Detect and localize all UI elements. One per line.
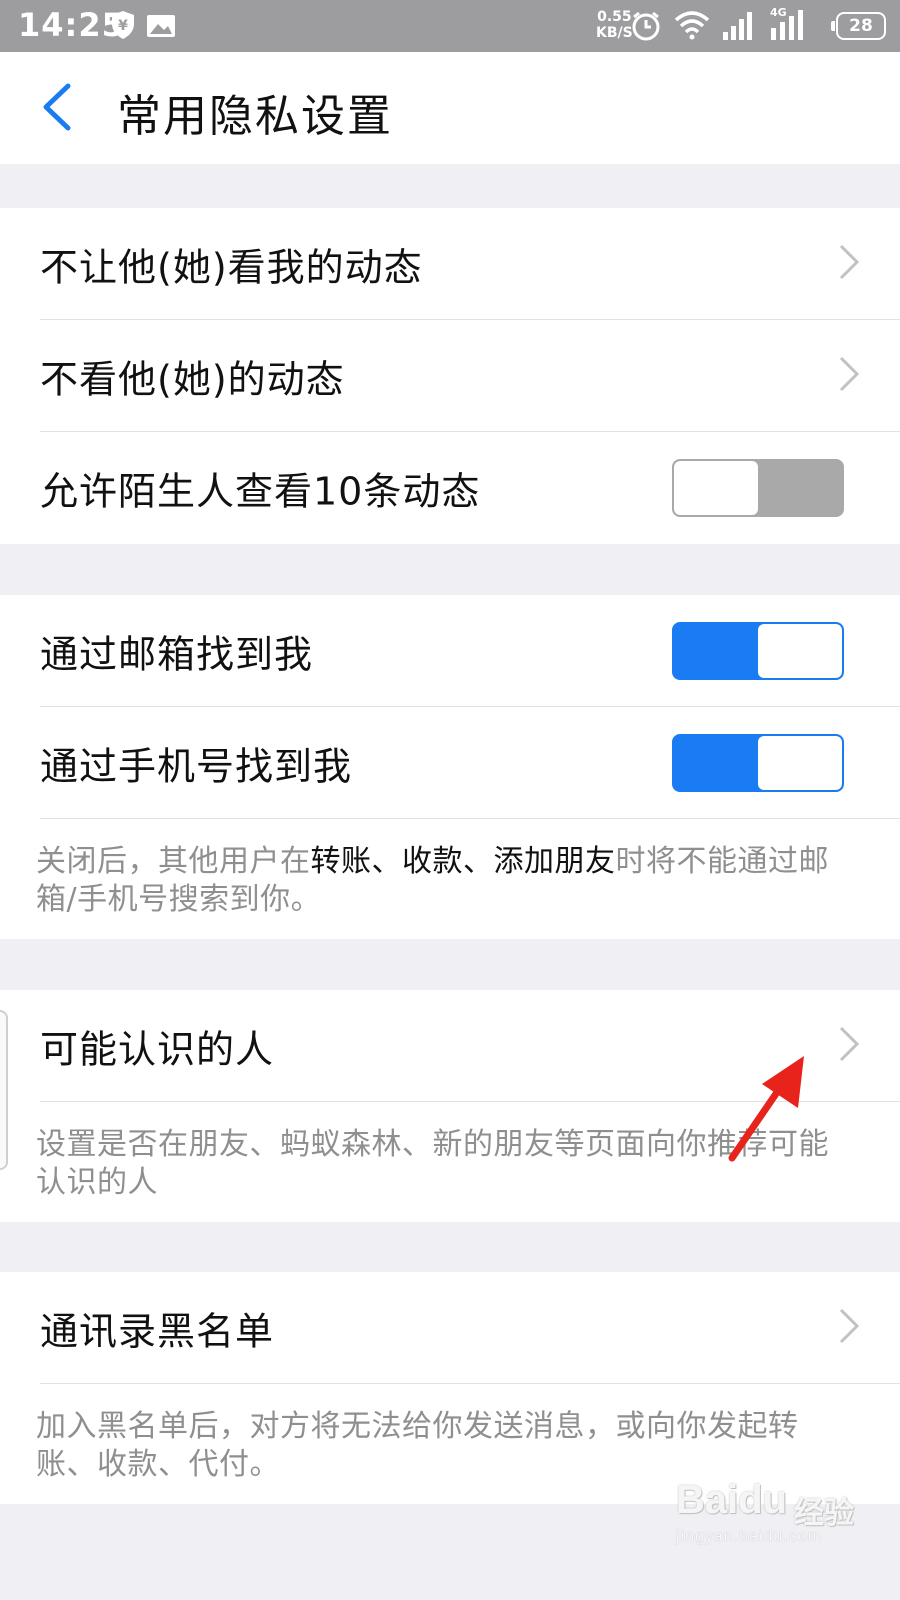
row-label: 通过手机号找到我	[40, 744, 353, 789]
section-find-me: 通过邮箱找到我 通过手机号找到我 关闭后，其他用户在转账、收款、添加朋友时将不能…	[0, 595, 900, 939]
section-moments: 不让他(她)看我的动态 不看他(她)的动态 允许陌生人查看10条动态	[0, 208, 900, 544]
find-me-note: 关闭后，其他用户在转账、收款、添加朋友时将不能通过邮箱/手机号搜索到你。	[36, 843, 840, 919]
row-label: 允许陌生人查看10条动态	[40, 469, 481, 514]
row-find-by-email: 通过邮箱找到我	[0, 595, 900, 707]
toggle-knob	[758, 736, 842, 790]
chevron-left-icon	[43, 83, 71, 131]
divider	[40, 818, 900, 819]
yuan-shield-icon: ¥	[110, 10, 136, 44]
signal-4g-icon: 4G	[770, 6, 810, 44]
stranger-view-toggle[interactable]	[672, 459, 844, 517]
row-label: 通过邮箱找到我	[40, 632, 314, 677]
row-label: 可能认识的人	[40, 1027, 275, 1072]
row-hide-their-moments[interactable]: 不看他(她)的动态	[0, 320, 900, 432]
baidu-jingyan-watermark: Baidu 经验 jingyan.baidu.com	[676, 1466, 876, 1546]
toggle-knob	[674, 461, 758, 515]
status-bar: 14:25 ¥ 0.55 KB/S 4G 28	[0, 0, 900, 52]
chevron-right-icon	[838, 243, 860, 285]
side-drawer-handle[interactable]	[0, 1010, 8, 1170]
watermark-logo: Baidu	[676, 1478, 788, 1522]
network-type: 4G	[770, 6, 787, 19]
note-highlight: 转账、收款、添加朋友	[310, 844, 616, 879]
toggle-knob	[758, 624, 842, 678]
wifi-icon	[674, 10, 710, 44]
battery-level: 28	[849, 16, 873, 36]
chevron-right-icon	[838, 1307, 860, 1349]
battery-icon: 28	[831, 12, 886, 40]
speed-unit: KB/S	[596, 25, 633, 41]
chevron-right-icon	[838, 355, 860, 397]
people-you-may-know-note: 设置是否在朋友、蚂蚁森林、新的朋友等页面向你推荐可能认识的人	[36, 1127, 829, 1200]
status-time: 14:25	[18, 6, 125, 44]
red-arrow-icon	[728, 1056, 804, 1162]
row-stranger-view-10: 允许陌生人查看10条动态	[0, 432, 900, 544]
network-speed: 0.55 KB/S	[596, 9, 633, 41]
watermark-url: jingyan.baidu.com	[676, 1528, 822, 1545]
speed-value: 0.55	[597, 9, 632, 25]
divider	[40, 1383, 900, 1384]
row-label: 不让他(她)看我的动态	[40, 245, 423, 290]
page-title: 常用隐私设置	[117, 91, 393, 142]
signal-icon	[722, 12, 756, 44]
alarm-icon	[630, 10, 662, 46]
find-by-phone-toggle[interactable]	[672, 734, 844, 792]
nav-bar: 常用隐私设置	[0, 52, 900, 164]
row-find-by-phone: 通过手机号找到我	[0, 707, 900, 819]
image-icon	[146, 14, 176, 42]
note-prefix: 关闭后，其他用户在	[36, 844, 311, 879]
row-hide-my-moments[interactable]: 不让他(她)看我的动态	[0, 208, 900, 320]
watermark-brand: 经验	[794, 1496, 854, 1531]
chevron-right-icon	[838, 1025, 860, 1067]
svg-text:¥: ¥	[118, 18, 128, 34]
row-label: 通讯录黑名单	[40, 1309, 275, 1354]
find-by-email-toggle[interactable]	[672, 622, 844, 680]
row-label: 不看他(她)的动态	[40, 357, 345, 402]
row-contacts-blacklist[interactable]: 通讯录黑名单	[0, 1272, 900, 1384]
back-button[interactable]	[40, 82, 72, 136]
